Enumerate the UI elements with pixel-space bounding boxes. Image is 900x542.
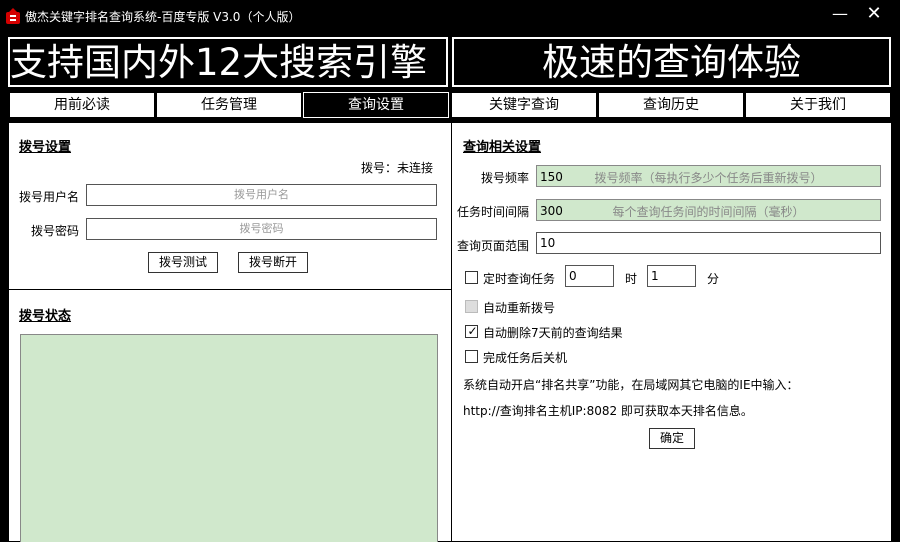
dial-status-text: 拨号：未连接 bbox=[361, 161, 434, 175]
banner-left-text: 支持国内外12大搜索引擎 bbox=[10, 41, 428, 84]
tab-query-history[interactable]: 查询历史 bbox=[598, 92, 744, 118]
task-interval-hint: 每个查询任务间的时间间隔（毫秒） bbox=[612, 205, 805, 219]
banner-right-text: 极速的查询体验 bbox=[542, 41, 801, 84]
app-logo-icon bbox=[6, 8, 20, 24]
auto-delete-label: 自动删除7天前的查询结果 bbox=[483, 326, 623, 340]
checkmark-icon: ✓ bbox=[467, 324, 478, 338]
timed-minute-input[interactable]: 1 bbox=[647, 265, 696, 287]
auto-redial-checkbox[interactable] bbox=[465, 300, 478, 313]
dial-status-log bbox=[20, 334, 438, 542]
settings-panel: 拨号设置 拨号：未连接 拨号用户名 拨号用户名 拨号密码 拨号密码 拨号测试 拨… bbox=[8, 122, 892, 542]
tab-keyword-query[interactable]: 关键字查询 bbox=[451, 92, 597, 118]
hour-unit-label: 时 bbox=[625, 272, 638, 286]
tab-readme[interactable]: 用前必读 bbox=[9, 92, 155, 118]
page-range-input[interactable]: 10 bbox=[536, 232, 881, 254]
banner-left: 支持国内外12大搜索引擎 bbox=[8, 37, 448, 87]
vertical-divider bbox=[451, 123, 452, 542]
dial-frequency-hint: 拨号频率（每执行多少个任务后重新拨号） bbox=[594, 171, 823, 185]
close-button[interactable]: ✕ bbox=[852, 0, 896, 30]
dial-username-input[interactable]: 拨号用户名 bbox=[86, 184, 437, 206]
tab-about-us[interactable]: 关于我们 bbox=[745, 92, 891, 118]
timed-hour-input[interactable]: 0 bbox=[565, 265, 614, 287]
dial-settings-title: 拨号设置 bbox=[19, 140, 72, 155]
task-interval-input[interactable]: 300 每个查询任务间的时间间隔（毫秒） bbox=[536, 199, 881, 221]
dial-username-label: 拨号用户名 bbox=[19, 190, 80, 204]
dial-test-button[interactable]: 拨号测试 bbox=[148, 252, 218, 273]
window-title: 傲杰关键字排名查询系统-百度专版 V3.0（个人版） bbox=[25, 10, 301, 24]
auto-delete-checkbox[interactable]: ✓ bbox=[465, 324, 478, 338]
shutdown-label: 完成任务后关机 bbox=[483, 351, 568, 365]
shutdown-checkbox[interactable] bbox=[465, 350, 478, 363]
dial-password-label: 拨号密码 bbox=[31, 224, 80, 238]
dial-password-input[interactable]: 拨号密码 bbox=[86, 218, 437, 240]
query-settings-title: 查询相关设置 bbox=[463, 140, 542, 155]
dial-frequency-label: 拨号频率 bbox=[481, 171, 530, 185]
timed-query-checkbox[interactable] bbox=[465, 271, 478, 284]
ok-button[interactable]: 确定 bbox=[649, 428, 695, 449]
minute-unit-label: 分 bbox=[707, 272, 720, 286]
share-url-text: http://查询排名主机IP:8082 即可获取本天排名信息。 bbox=[463, 404, 753, 418]
tab-bar: 用前必读 任务管理 查询设置 关键字查询 查询历史 关于我们 bbox=[8, 92, 892, 118]
timed-query-label: 定时查询任务 bbox=[483, 272, 556, 286]
dial-status-title: 拨号状态 bbox=[19, 309, 72, 324]
tab-query-settings[interactable]: 查询设置 bbox=[303, 92, 449, 118]
page-range-label: 查询页面范围 bbox=[457, 239, 530, 253]
auto-redial-label: 自动重新拨号 bbox=[483, 301, 556, 315]
share-note-text: 系统自动开启“排名共享”功能，在局域网其它电脑的IE中输入： bbox=[463, 378, 799, 392]
title-bar: 傲杰关键字排名查询系统-百度专版 V3.0（个人版） — ✕ bbox=[0, 0, 900, 32]
banner-right: 极速的查询体验 bbox=[452, 37, 891, 87]
task-interval-label: 任务时间间隔 bbox=[457, 205, 530, 219]
horizontal-divider bbox=[9, 289, 451, 290]
dial-frequency-input[interactable]: 150 拨号频率（每执行多少个任务后重新拨号） bbox=[536, 165, 881, 187]
dial-disconnect-button[interactable]: 拨号断开 bbox=[238, 252, 308, 273]
tab-task-management[interactable]: 任务管理 bbox=[156, 92, 302, 118]
